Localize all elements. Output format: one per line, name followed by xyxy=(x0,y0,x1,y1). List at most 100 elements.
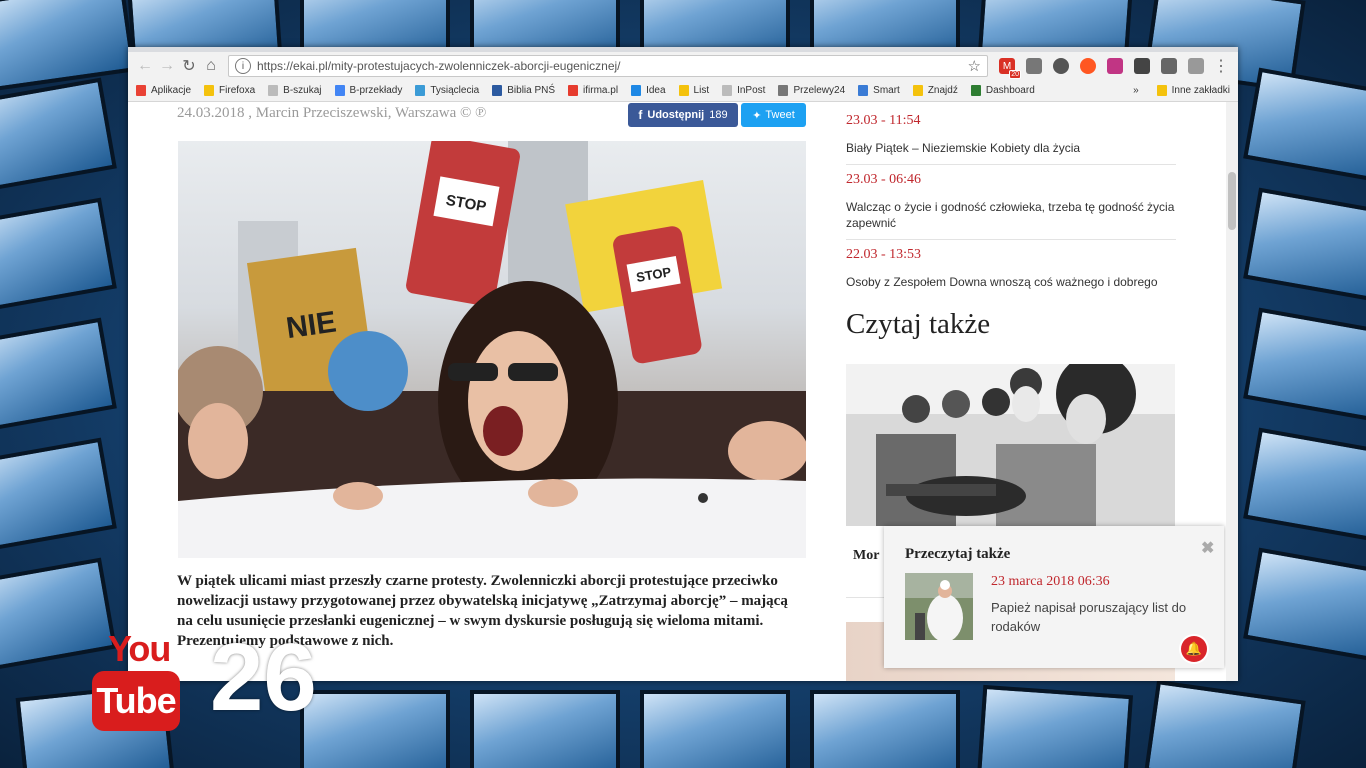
bookmark-label: Idea xyxy=(646,85,666,96)
url-text: https://ekai.pl/mity-protestujacych-zwol… xyxy=(257,59,621,73)
home-button[interactable]: ⌂ xyxy=(200,55,222,77)
browser-toolbar: ← → ↻ ⌂ i https://ekai.pl/mity-protestuj… xyxy=(128,52,1238,80)
pocket-extension-icon[interactable] xyxy=(1161,58,1177,74)
forward-button[interactable]: → xyxy=(156,55,178,77)
bookmark-item[interactable]: Idea xyxy=(631,85,666,96)
background-tile xyxy=(0,77,117,195)
instagram-extension-icon[interactable] xyxy=(1107,58,1123,74)
background-tile xyxy=(1243,187,1366,305)
bookmark-label: Aplikacje xyxy=(151,85,192,96)
bookmark-item[interactable]: Aplikacje xyxy=(136,85,191,96)
popup-title: Przeczytaj także xyxy=(905,546,1011,562)
rss-extension-icon[interactable] xyxy=(1080,58,1096,74)
background-tile xyxy=(0,197,117,315)
dropbox-extension-icon[interactable] xyxy=(1188,58,1204,74)
bookmark-label: Przelewy24 xyxy=(793,85,846,96)
background-tile xyxy=(0,0,136,92)
background-tile xyxy=(1243,427,1366,545)
bookmark-item[interactable]: Znajdź xyxy=(912,85,958,96)
tweet-label: Tweet xyxy=(765,109,795,121)
bookmark-favicon-icon xyxy=(492,85,503,96)
bookmark-favicon-icon xyxy=(415,85,426,96)
bookmark-label: Firefoxa xyxy=(219,85,256,96)
page-scrollbar[interactable] xyxy=(1226,102,1238,681)
menu-kebab-icon[interactable]: ⋮ xyxy=(1210,55,1232,77)
bookmark-favicon-icon xyxy=(268,85,279,96)
bookmark-item[interactable]: Firefoxa xyxy=(204,85,255,96)
bookmark-favicon-icon xyxy=(568,85,579,96)
tweet-button[interactable]: ✦ Tweet xyxy=(741,103,806,127)
background-tile xyxy=(976,684,1134,768)
bookmark-item[interactable]: Smart xyxy=(858,85,900,96)
divider xyxy=(846,239,1176,240)
bookmark-item[interactable]: Biblia PNŚ xyxy=(492,85,555,96)
bookmark-item[interactable]: B-szukaj xyxy=(268,85,322,96)
bookmark-favicon-icon xyxy=(858,85,869,96)
news-item-title[interactable]: Osoby z Zespołem Downa wnoszą coś ważneg… xyxy=(846,274,1176,290)
protest-sign-nie: NIE xyxy=(284,306,338,346)
background-tile xyxy=(810,690,960,768)
address-bar[interactable]: i https://ekai.pl/mity-protestujacych-zw… xyxy=(228,55,988,77)
bookmark-star-icon[interactable]: ☆ xyxy=(968,57,981,75)
bookmark-other[interactable]: Inne zakładki xyxy=(1156,85,1230,96)
news-item-title[interactable]: Walcząc o życie i godność człowieka, trz… xyxy=(846,199,1176,231)
facebook-share-button[interactable]: f Udostępnij 189 xyxy=(628,103,738,127)
bookmark-item[interactable]: Tysiąclecia xyxy=(415,85,479,96)
popup-thumbnail[interactable] xyxy=(905,573,973,640)
site-info-icon[interactable]: i xyxy=(235,58,251,74)
news-item-time: 22.03 - 13:53 xyxy=(846,247,922,262)
news-item-time: 23.03 - 06:46 xyxy=(846,172,922,187)
bookmark-label: Smart xyxy=(873,85,900,96)
bookmark-label: Znajdź xyxy=(927,85,958,96)
folder-icon xyxy=(1156,85,1167,96)
popup-article-link[interactable]: Papież napisał poruszający list do rodak… xyxy=(991,598,1211,636)
facebook-icon: f xyxy=(638,108,643,122)
background-tile xyxy=(0,437,117,555)
evernote-extension-icon[interactable] xyxy=(1053,58,1069,74)
scrollbar-thumb[interactable] xyxy=(1228,172,1236,230)
cast-extension-icon[interactable] xyxy=(1134,58,1150,74)
background-tile xyxy=(0,557,117,675)
bookmark-favicon-icon xyxy=(778,85,789,96)
read-also-popup: Przeczytaj także ✖ 23 marca 2018 06:36 P… xyxy=(884,526,1224,668)
bookmark-item[interactable]: B-przekłady xyxy=(334,85,402,96)
bookmark-label: B-szukaj xyxy=(283,85,322,96)
youtube-logo-you: You xyxy=(108,628,171,669)
background-tile xyxy=(470,690,620,768)
bookmark-label: ifirma.pl xyxy=(583,85,619,96)
bookmarks-overflow-icon[interactable]: » xyxy=(1133,85,1139,96)
related-article-title[interactable]: Mor xyxy=(853,548,879,564)
bookmark-item[interactable]: Dashboard xyxy=(970,85,1035,96)
browser-window: ← → ↻ ⌂ i https://ekai.pl/mity-protestuj… xyxy=(128,47,1238,681)
notification-bell-icon[interactable]: 🔔 xyxy=(1181,636,1207,662)
close-icon[interactable]: ✖ xyxy=(1201,538,1214,558)
bookmark-label: List xyxy=(693,85,710,96)
article-byline: 24.03.2018 , Marcin Przeciszewski, Warsz… xyxy=(177,105,487,121)
reload-button[interactable]: ↻ xyxy=(178,55,200,77)
bookmark-favicon-icon xyxy=(204,85,215,96)
chart-extension-icon[interactable] xyxy=(1026,58,1042,74)
back-button[interactable]: ← xyxy=(134,55,156,77)
news-item-title[interactable]: Biały Piątek – Nieziemskie Kobiety dla ż… xyxy=(846,140,1176,156)
page-content: 24.03.2018 , Marcin Przeciszewski, Warsz… xyxy=(128,102,1238,681)
related-article-photo[interactable] xyxy=(846,364,1175,526)
bookmark-favicon-icon xyxy=(722,85,733,96)
bookmark-favicon-icon xyxy=(136,85,146,96)
bookmark-item[interactable]: List xyxy=(678,85,710,96)
bookmark-item[interactable]: ifirma.pl xyxy=(568,85,618,96)
divider xyxy=(846,164,1176,165)
gmail-badge: 20 xyxy=(1009,70,1021,79)
bookmark-favicon-icon xyxy=(912,85,923,96)
gmail-extension-icon[interactable]: M 20 xyxy=(999,58,1021,79)
bookmark-item[interactable]: InPost xyxy=(722,85,765,96)
background-tile xyxy=(1243,547,1366,665)
bookmark-label: Dashboard xyxy=(985,85,1035,96)
background-tile xyxy=(640,690,790,768)
bookmark-label: Tysiąclecia xyxy=(430,85,480,96)
bookmark-label: Inne zakładki xyxy=(1171,85,1230,96)
bookmark-item[interactable]: Przelewy24 xyxy=(778,85,845,96)
bookmark-favicon-icon xyxy=(631,85,642,96)
background-tile xyxy=(1144,680,1306,768)
youtube-logo-tube: Tube xyxy=(92,671,180,731)
read-also-heading: Czytaj także xyxy=(846,308,991,340)
